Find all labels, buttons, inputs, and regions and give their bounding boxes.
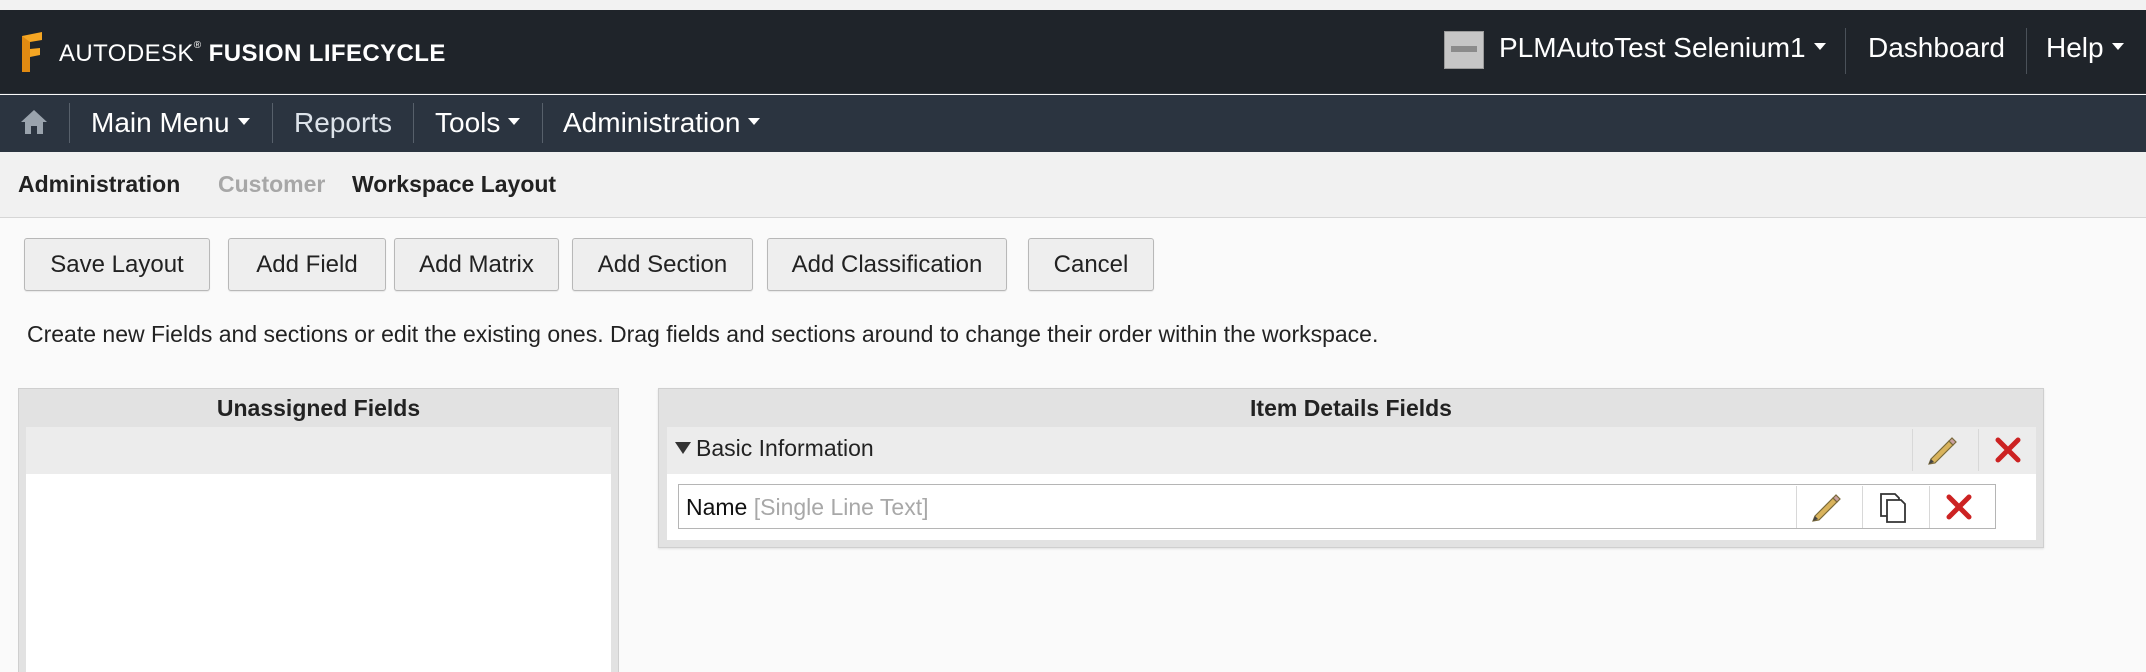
delete-field-button[interactable] (1929, 486, 1987, 528)
close-icon (1995, 437, 2020, 463)
main-navbar: Main Menu Reports Tools Administration (0, 95, 2146, 152)
unassigned-fields-panel: Unassigned Fields (18, 388, 619, 672)
nav-divider (272, 103, 273, 143)
add-field-button[interactable]: Add Field (228, 238, 386, 291)
edit-field-button[interactable] (1796, 486, 1854, 528)
field-type: [Single Line Text] (753, 494, 929, 520)
nav-administration[interactable]: Administration (563, 107, 761, 139)
chevron-down-icon (1813, 43, 1826, 51)
header-divider (2026, 28, 2027, 74)
home-icon[interactable] (20, 108, 48, 136)
field-label: Name [Single Line Text] (686, 494, 929, 521)
copy-field-button[interactable] (1862, 486, 1920, 528)
breadcrumb-administration[interactable]: Administration (18, 171, 180, 198)
unassigned-drop-header[interactable] (26, 427, 611, 474)
field-name: Name (686, 494, 748, 520)
help-label: Help (2046, 32, 2104, 63)
header-divider (1845, 28, 1846, 74)
panel-title: Item Details Fields (1250, 395, 1452, 421)
chevron-down-icon (2111, 43, 2124, 51)
product-logo-text[interactable]: AUTODESK® FUSION LIFECYCLE (59, 40, 446, 68)
nav-reports[interactable]: Reports (294, 107, 392, 139)
close-icon (1946, 494, 1971, 520)
nav-tools[interactable]: Tools (435, 107, 521, 139)
add-section-button[interactable]: Add Section (572, 238, 753, 291)
triangle-down-icon[interactable] (675, 442, 691, 454)
help-menu[interactable]: Help (2046, 32, 2124, 64)
section-basic-information[interactable]: Basic Information Name [Single Line Text… (667, 427, 2036, 540)
edit-section-button[interactable] (1912, 429, 1970, 471)
nav-divider (542, 103, 543, 143)
panel-title: Unassigned Fields (216, 395, 421, 421)
pencil-icon (1811, 494, 1841, 522)
delete-section-button[interactable] (1978, 429, 2036, 471)
app-header: AUTODESK® FUSION LIFECYCLE PLMAutoTest S… (0, 10, 2146, 94)
nav-main-menu[interactable]: Main Menu (91, 107, 250, 139)
add-classification-button[interactable]: Add Classification (767, 238, 1007, 291)
section-header[interactable]: Basic Information (667, 427, 2036, 474)
save-layout-button[interactable]: Save Layout (24, 238, 210, 291)
chevron-down-icon (748, 118, 761, 126)
instruction-text: Create new Fields and sections or edit t… (27, 321, 1379, 347)
user-menu[interactable]: PLMAutoTest Selenium1 (1499, 32, 1826, 64)
section-title: Basic Information (696, 435, 874, 461)
copy-icon (1879, 493, 1906, 523)
breadcrumb: Administration Customer Workspace Layout (0, 152, 2146, 218)
fusion-logo-icon (22, 32, 42, 72)
unassigned-drop-zone[interactable] (26, 474, 611, 672)
nav-divider (69, 103, 70, 143)
dashboard-link[interactable]: Dashboard (1868, 32, 2005, 64)
browser-top-strip (0, 0, 2146, 10)
chevron-down-icon (508, 118, 521, 126)
breadcrumb-workspace-layout: Workspace Layout (352, 171, 557, 197)
chevron-down-icon (237, 118, 250, 126)
user-avatar[interactable] (1444, 31, 1484, 69)
add-matrix-button[interactable]: Add Matrix (394, 238, 559, 291)
pencil-icon (1927, 437, 1957, 465)
breadcrumb-customer[interactable]: Customer (218, 171, 325, 198)
nav-divider (413, 103, 414, 143)
user-name: PLMAutoTest Selenium1 (1499, 32, 1806, 63)
item-details-panel: Item Details Fields Basic Information Na… (658, 388, 2044, 548)
field-row-name[interactable]: Name [Single Line Text] (678, 484, 1996, 529)
cancel-button[interactable]: Cancel (1028, 238, 1154, 291)
